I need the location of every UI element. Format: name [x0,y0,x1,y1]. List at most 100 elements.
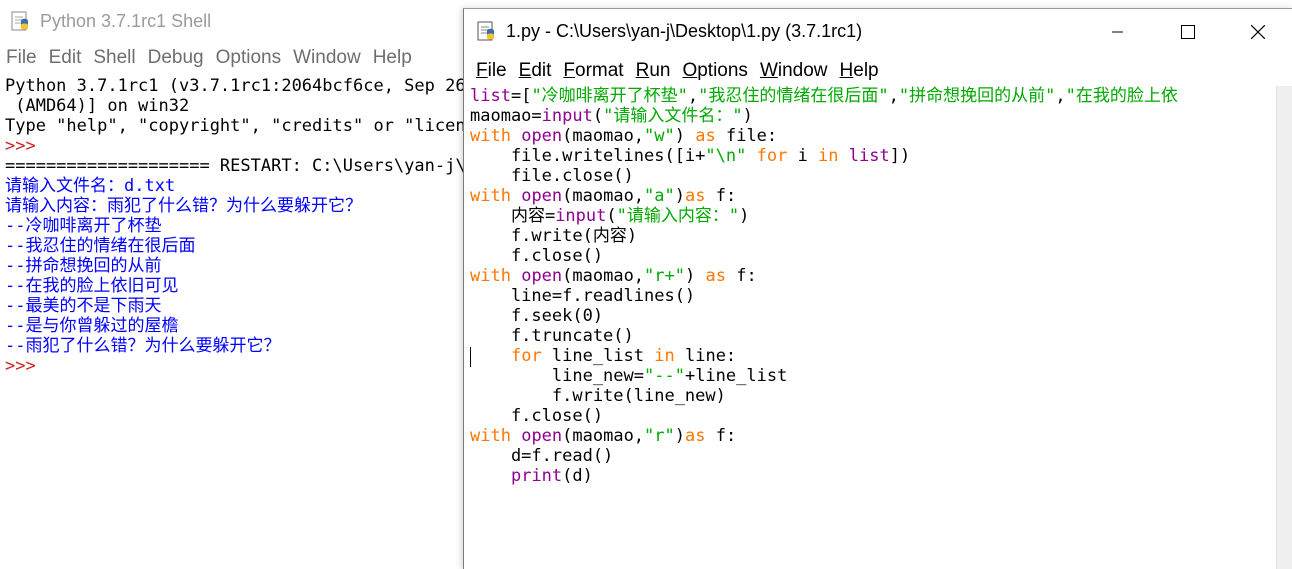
code-line: maomao=input("请输入文件名：") [470,106,1277,126]
close-icon [1251,25,1265,39]
code-token: file.writelines([i+ [470,146,706,166]
code-token: "--" [644,366,685,386]
python-file-icon [477,21,494,41]
code-token: in [818,146,839,166]
shell-line: --冷咖啡离开了杯垫 [5,216,162,236]
code-token: +line_list [684,366,788,386]
code-token: ( [592,106,604,126]
maximize-icon [1181,25,1195,39]
code-line: f.write(line_new) [470,386,1277,406]
code-token: "拼命想挽回的从前" [898,86,1056,106]
code-token: ) [742,106,753,126]
code-token: f: [725,266,757,286]
code-token: in [654,346,675,366]
code-token: (d) [562,466,593,486]
code-token: "在我的脸上依 [1065,86,1178,106]
shell-line: --拼命想挽回的从前 [5,256,162,276]
code-token: ) [674,186,686,206]
shell-menu-debug[interactable]: Debug [142,44,210,72]
code-token: open [521,126,563,146]
code-token: ]) [889,146,911,166]
code-line: file.writelines([i+"\n" for i in list]) [470,146,1277,166]
code-token: "a" [644,186,675,206]
shell-line: --最美的不是下雨天 [5,296,162,316]
editor-menu-file[interactable]: File [470,58,513,84]
code-token: for [510,346,542,366]
code-token: input [555,206,607,226]
code-token: ) [739,206,750,226]
code-token: , [1055,86,1066,106]
code-line: f.write(内容) [470,226,1277,246]
close-button[interactable] [1223,9,1292,55]
shell-titlebar[interactable]: Python 3.7.1rc1 Shell [0,0,470,42]
shell-menu-help[interactable]: Help [367,44,418,72]
shell-line: --我忍住的情绪在很后面 [5,236,196,256]
code-line: f.close() [470,246,1277,266]
code-token: file: [715,126,778,146]
code-token: open [521,426,563,446]
shell-line: 请输入内容：雨犯了什么错？为什么要躲开它？ [5,196,362,216]
code-line: f.truncate() [470,326,1277,346]
code-line: d=f.read() [470,446,1277,466]
editor-menu-help[interactable]: Help [834,58,885,84]
code-token: as [695,126,716,146]
code-token: (maomao, [562,126,645,146]
code-token: ) [674,426,686,446]
shell-line: >>> [5,356,36,376]
shell-output[interactable]: Python 3.7.1rc1 (v3.7.1rc1:2064bcf6ce, S… [5,76,476,376]
code-token: f.close() [470,246,604,266]
shell-menu-shell[interactable]: Shell [87,44,141,72]
editor-titlebar[interactable]: 1.py - C:\Users\yan-j\Desktop\1.py (3.7.… [464,9,1292,55]
maximize-button[interactable] [1153,9,1223,55]
code-token: "我忍住的情绪在很后面" [698,86,889,106]
minimize-icon [1112,31,1123,33]
code-token: (maomao, [562,186,645,206]
minimize-button[interactable] [1083,9,1153,55]
shell-line: Python 3.7.1rc1 (v3.7.1rc1:2064bcf6ce, S… [5,76,466,96]
code-token: list [848,146,890,166]
code-line: 内容=input("请输入内容：") [470,206,1277,226]
code-token: f.close() [470,406,604,426]
code-token: as [705,266,726,286]
code-token: f.write(line_new) [470,386,726,406]
shell-window[interactable]: Python 3.7.1rc1 Shell File Edit Shell Debug… [0,0,476,568]
code-token: file.close() [470,166,634,186]
code-token: f: [705,426,737,446]
code-token: as [685,186,706,206]
editor-menu-options[interactable]: Options [676,58,753,84]
shell-menu-edit[interactable]: Edit [43,44,88,72]
shell-line: (AMD64)] on win32 [5,96,190,116]
code-line: f.close() [470,406,1277,426]
editor-title: 1.py - C:\Users\yan-j\Desktop\1.py (3.7.… [506,21,863,41]
shell-line: --在我的脸上依旧可见 [5,276,179,296]
shell-menu-window[interactable]: Window [287,44,367,72]
editor-window[interactable]: 1.py - C:\Users\yan-j\Desktop\1.py (3.7.… [463,8,1292,569]
editor-menu-window[interactable]: Window [754,58,834,84]
code-text[interactable]: list=["冷咖啡离开了杯垫","我忍住的情绪在很后面","拼命想挽回的从前"… [470,86,1277,486]
editor-menu-edit[interactable]: Edit [513,58,558,84]
shell-line: 请输入文件名：d.txt [5,176,176,196]
text-cursor [470,347,471,367]
editor-menu-format[interactable]: Format [557,58,629,84]
code-line: print(d) [470,466,1277,486]
shell-menu-options[interactable]: Options [210,44,287,72]
code-token: 内容= [470,206,556,226]
shell-menu-file[interactable]: File [0,44,43,72]
code-token: i [787,146,819,166]
code-token: , [687,86,699,106]
code-token: "冷咖啡离开了杯垫" [531,86,688,106]
code-editor[interactable]: list=["冷咖啡离开了杯垫","我忍住的情绪在很后面","拼命想挽回的从前"… [470,86,1277,569]
code-token: =[ [510,86,532,106]
code-token: "请输入内容：" [616,206,740,226]
editor-menu-run[interactable]: Run [630,58,677,84]
code-token: "r" [644,426,675,446]
code-token: with [470,426,511,446]
vertical-scrollbar[interactable] [1276,86,1292,569]
code-token: with [470,186,511,206]
shell-line: Type "help", "copyright", "credits" or "… [5,116,476,136]
